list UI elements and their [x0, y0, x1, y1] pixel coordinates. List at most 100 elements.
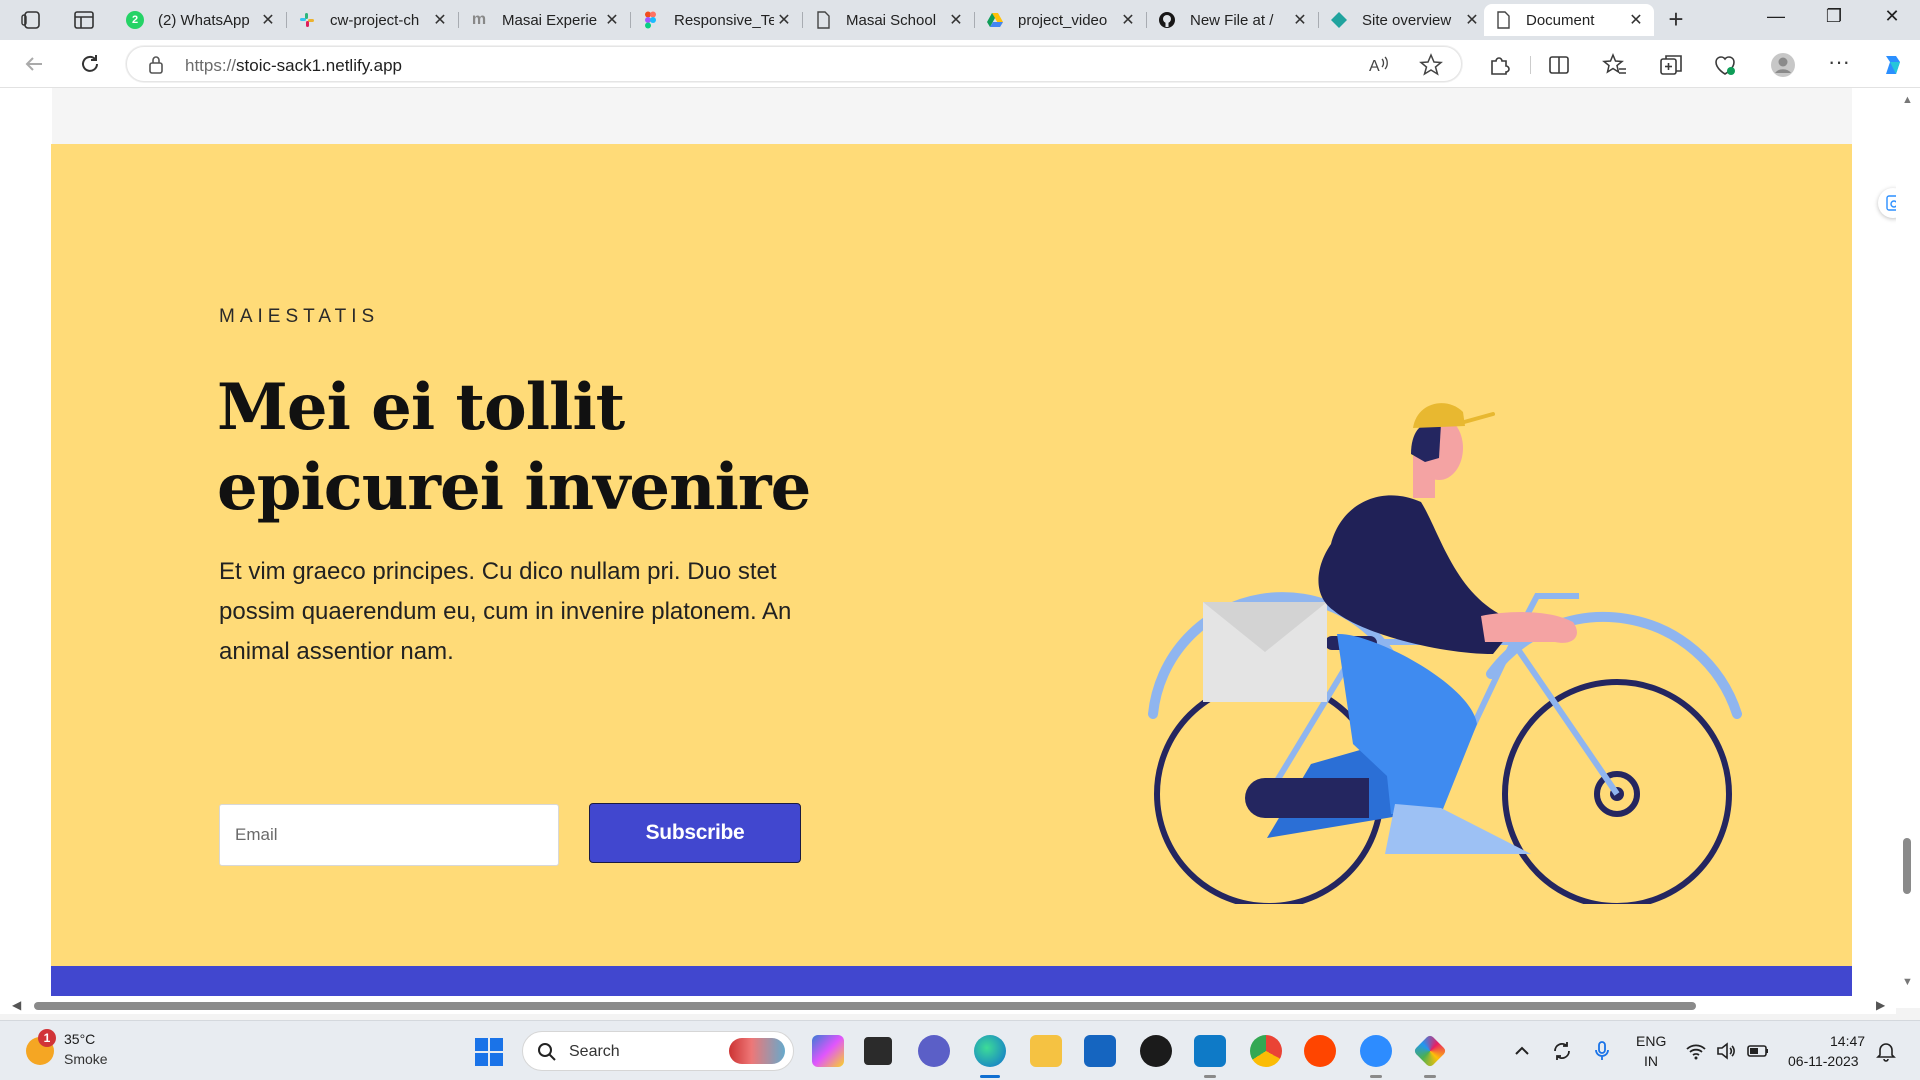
chevron-up-icon[interactable]: [1510, 1039, 1534, 1063]
wifi-icon[interactable]: [1684, 1039, 1708, 1063]
headline-line-1: Mei ei tollit: [217, 370, 625, 445]
close-icon[interactable]: ✕: [946, 10, 966, 30]
tab-whatsapp[interactable]: 2 (2) WhatsApp ✕: [116, 4, 286, 36]
collections-icon[interactable]: [1658, 52, 1684, 78]
scroll-right-arrow-icon[interactable]: ▶: [1876, 998, 1885, 1012]
teams-chat-icon[interactable]: [918, 1035, 950, 1067]
tab-site-overview[interactable]: Site overview ✕: [1320, 4, 1490, 36]
url-text: https://stoic-sack1.netlify.app: [185, 56, 403, 75]
netlify-icon: [1330, 11, 1348, 29]
horizontal-scrollbar[interactable]: ◀ ▶: [0, 996, 1896, 1014]
restore-button[interactable]: ❐: [1814, 6, 1854, 34]
search-icon: [537, 1042, 557, 1062]
favorite-star-icon[interactable]: [1419, 53, 1443, 82]
tab-document[interactable]: Document ✕: [1484, 4, 1654, 36]
microphone-icon[interactable]: [1590, 1039, 1614, 1063]
close-icon[interactable]: ✕: [774, 10, 794, 30]
favorites-icon[interactable]: [1602, 52, 1628, 78]
close-icon[interactable]: ✕: [602, 10, 622, 30]
profile-avatar[interactable]: [1770, 52, 1796, 78]
url-field[interactable]: https://stoic-sack1.netlify.app A: [126, 46, 1462, 82]
input-region[interactable]: IN: [1644, 1053, 1658, 1069]
file-explorer-icon[interactable]: [1030, 1035, 1062, 1067]
running-app-indicator: [1370, 1075, 1382, 1078]
back-button[interactable]: [20, 50, 48, 78]
battery-icon[interactable]: [1746, 1039, 1770, 1063]
running-app-indicator: [1204, 1075, 1216, 1078]
tab-title: cw-project-ch: [330, 11, 420, 29]
close-icon[interactable]: ✕: [258, 10, 278, 30]
tab-divider: [286, 12, 287, 28]
workspaces-icon[interactable]: [20, 8, 44, 32]
page-viewport: MAIESTATIS Mei ei tollit epicurei inveni…: [0, 88, 1920, 1008]
running-app-indicator: [1424, 1075, 1436, 1078]
reddit-icon[interactable]: [1304, 1035, 1336, 1067]
weather-description[interactable]: Smoke: [64, 1051, 108, 1067]
tab-title: project_video: [1018, 11, 1108, 29]
close-icon[interactable]: ✕: [1462, 10, 1482, 30]
read-aloud-icon[interactable]: A: [1367, 53, 1391, 82]
tab-project-video[interactable]: project_video ✕: [976, 4, 1146, 36]
tab-cw-project[interactable]: cw-project-ch ✕: [288, 4, 458, 36]
copilot-icon[interactable]: [1880, 52, 1906, 78]
active-app-indicator: [980, 1075, 1000, 1078]
email-field[interactable]: [219, 804, 559, 866]
tab-responsive[interactable]: Responsive_Te ✕: [632, 4, 802, 36]
clock-time[interactable]: 14:47: [1830, 1033, 1865, 1049]
clock-date[interactable]: 06-11-2023: [1788, 1053, 1859, 1069]
newsletter-hero-section: MAIESTATIS Mei ei tollit epicurei inveni…: [51, 144, 1852, 966]
tab-title: (2) WhatsApp: [158, 11, 250, 29]
dell-icon[interactable]: [1140, 1035, 1172, 1067]
microsoft-store-icon[interactable]: [1084, 1035, 1116, 1067]
vscode-icon[interactable]: [1194, 1035, 1226, 1067]
document-icon: [814, 11, 832, 29]
refresh-button[interactable]: [76, 50, 104, 78]
task-view-icon[interactable]: [862, 1035, 894, 1067]
tab-title: Masai Experie: [502, 11, 598, 29]
tab-title: New File at /: [1190, 11, 1274, 29]
horizontal-scroll-thumb[interactable]: [34, 1002, 1696, 1010]
minimize-button[interactable]: —: [1756, 6, 1796, 34]
taskbar-search[interactable]: Search: [522, 1031, 794, 1071]
extensions-icon[interactable]: [1486, 52, 1512, 78]
weather-temperature[interactable]: 35°C: [64, 1031, 95, 1047]
vertical-scroll-thumb[interactable]: [1903, 838, 1911, 894]
tab-title: Document: [1526, 11, 1595, 29]
zoom-icon[interactable]: [1360, 1035, 1392, 1067]
close-icon[interactable]: ✕: [1118, 10, 1138, 30]
search-highlight-icon: [729, 1038, 785, 1064]
chrome-icon[interactable]: [1250, 1035, 1282, 1067]
volume-icon[interactable]: [1714, 1039, 1738, 1063]
close-icon[interactable]: ✕: [1290, 10, 1310, 30]
close-window-button[interactable]: ✕: [1872, 6, 1912, 34]
sync-icon[interactable]: [1550, 1039, 1574, 1063]
scroll-down-arrow-icon[interactable]: ▼: [1902, 976, 1913, 988]
tab-masai-school[interactable]: Masai School ✕: [804, 4, 974, 36]
github-icon: [1158, 11, 1176, 29]
input-language[interactable]: ENG: [1636, 1033, 1666, 1049]
hero-headline: Mei ei tollit epicurei invenire: [217, 368, 897, 528]
scroll-up-arrow-icon[interactable]: ▲: [1902, 94, 1913, 106]
lock-icon[interactable]: [147, 55, 165, 80]
scroll-left-arrow-icon[interactable]: ◀: [12, 998, 21, 1012]
vertical-scrollbar[interactable]: ▲ ▼: [1896, 88, 1920, 1008]
notification-bell-icon[interactable]: [1874, 1039, 1898, 1063]
split-screen-icon[interactable]: [1546, 52, 1572, 78]
close-icon[interactable]: ✕: [1626, 10, 1646, 30]
new-tab-button[interactable]: +: [1662, 6, 1690, 34]
tab-divider: [458, 12, 459, 28]
edge-app-icon[interactable]: [974, 1035, 1006, 1067]
headline-line-2: epicurei invenire: [217, 450, 811, 525]
subscribe-button[interactable]: Subscribe: [589, 803, 801, 863]
browser-essentials-icon[interactable]: [1712, 52, 1738, 78]
tab-actions-icon[interactable]: [72, 8, 96, 32]
windows-start-icon[interactable]: [474, 1037, 504, 1067]
previous-section: [52, 88, 1852, 144]
git-tool-icon[interactable]: [1413, 1034, 1447, 1068]
copilot-app-icon[interactable]: [812, 1035, 844, 1067]
tab-masai-experience[interactable]: m Masai Experie ✕: [460, 4, 630, 36]
tab-new-file[interactable]: New File at / ✕: [1148, 4, 1318, 36]
toolbar-divider: [1530, 56, 1531, 74]
more-options-icon[interactable]: ···: [1826, 51, 1852, 78]
close-icon[interactable]: ✕: [430, 10, 450, 30]
